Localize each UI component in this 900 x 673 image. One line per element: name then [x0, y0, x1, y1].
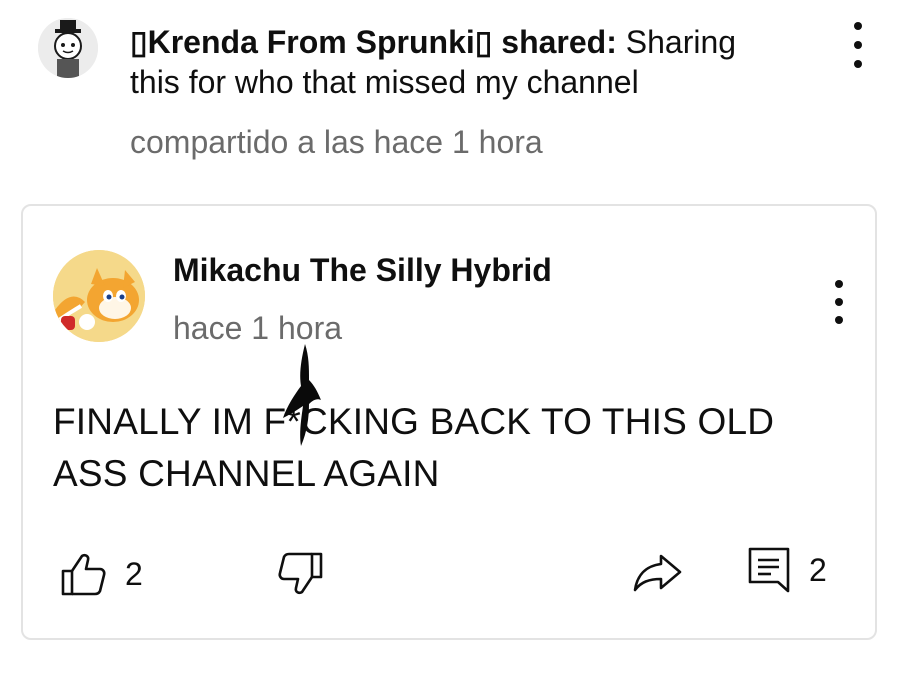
more-vertical-icon[interactable] — [829, 280, 849, 324]
like-button[interactable]: 2 — [59, 550, 143, 598]
like-count: 2 — [125, 556, 143, 592]
commenter-avatar[interactable] — [53, 250, 145, 342]
character-avatar-icon — [38, 18, 98, 78]
comment-reply-icon — [748, 547, 790, 593]
shared-comment-card[interactable]: Mikachu The Silly Hybrid hace 1 hora FIN… — [21, 204, 877, 640]
sharer-name[interactable]: ▯Krenda From Sprunki▯ — [130, 24, 492, 60]
comment-timestamp: hace 1 hora — [173, 310, 343, 346]
fox-character-avatar-icon — [53, 250, 145, 342]
share-message: ▯Krenda From Sprunki▯ shared: Sharing th… — [130, 22, 790, 102]
shared-label: shared: — [501, 24, 617, 60]
sharer-avatar[interactable] — [38, 18, 98, 78]
share-arrow-icon — [633, 554, 682, 592]
reply-button[interactable]: 2 — [747, 546, 827, 594]
share-button[interactable] — [633, 552, 683, 592]
community-post: ▯Krenda From Sprunki▯ shared: Sharing th… — [0, 0, 900, 673]
more-vertical-icon[interactable] — [848, 22, 868, 68]
comment-text: FINALLY IM F*CKING BACK TO THIS OLD ASS … — [53, 401, 775, 494]
thumbs-down-icon — [278, 552, 323, 595]
reply-count: 2 — [809, 552, 827, 588]
share-timestamp: compartido a las hace 1 hora — [130, 124, 543, 160]
dislike-button[interactable] — [277, 550, 325, 598]
commenter-name[interactable]: Mikachu The Silly Hybrid — [173, 250, 552, 290]
thumbs-up-icon — [61, 553, 106, 596]
